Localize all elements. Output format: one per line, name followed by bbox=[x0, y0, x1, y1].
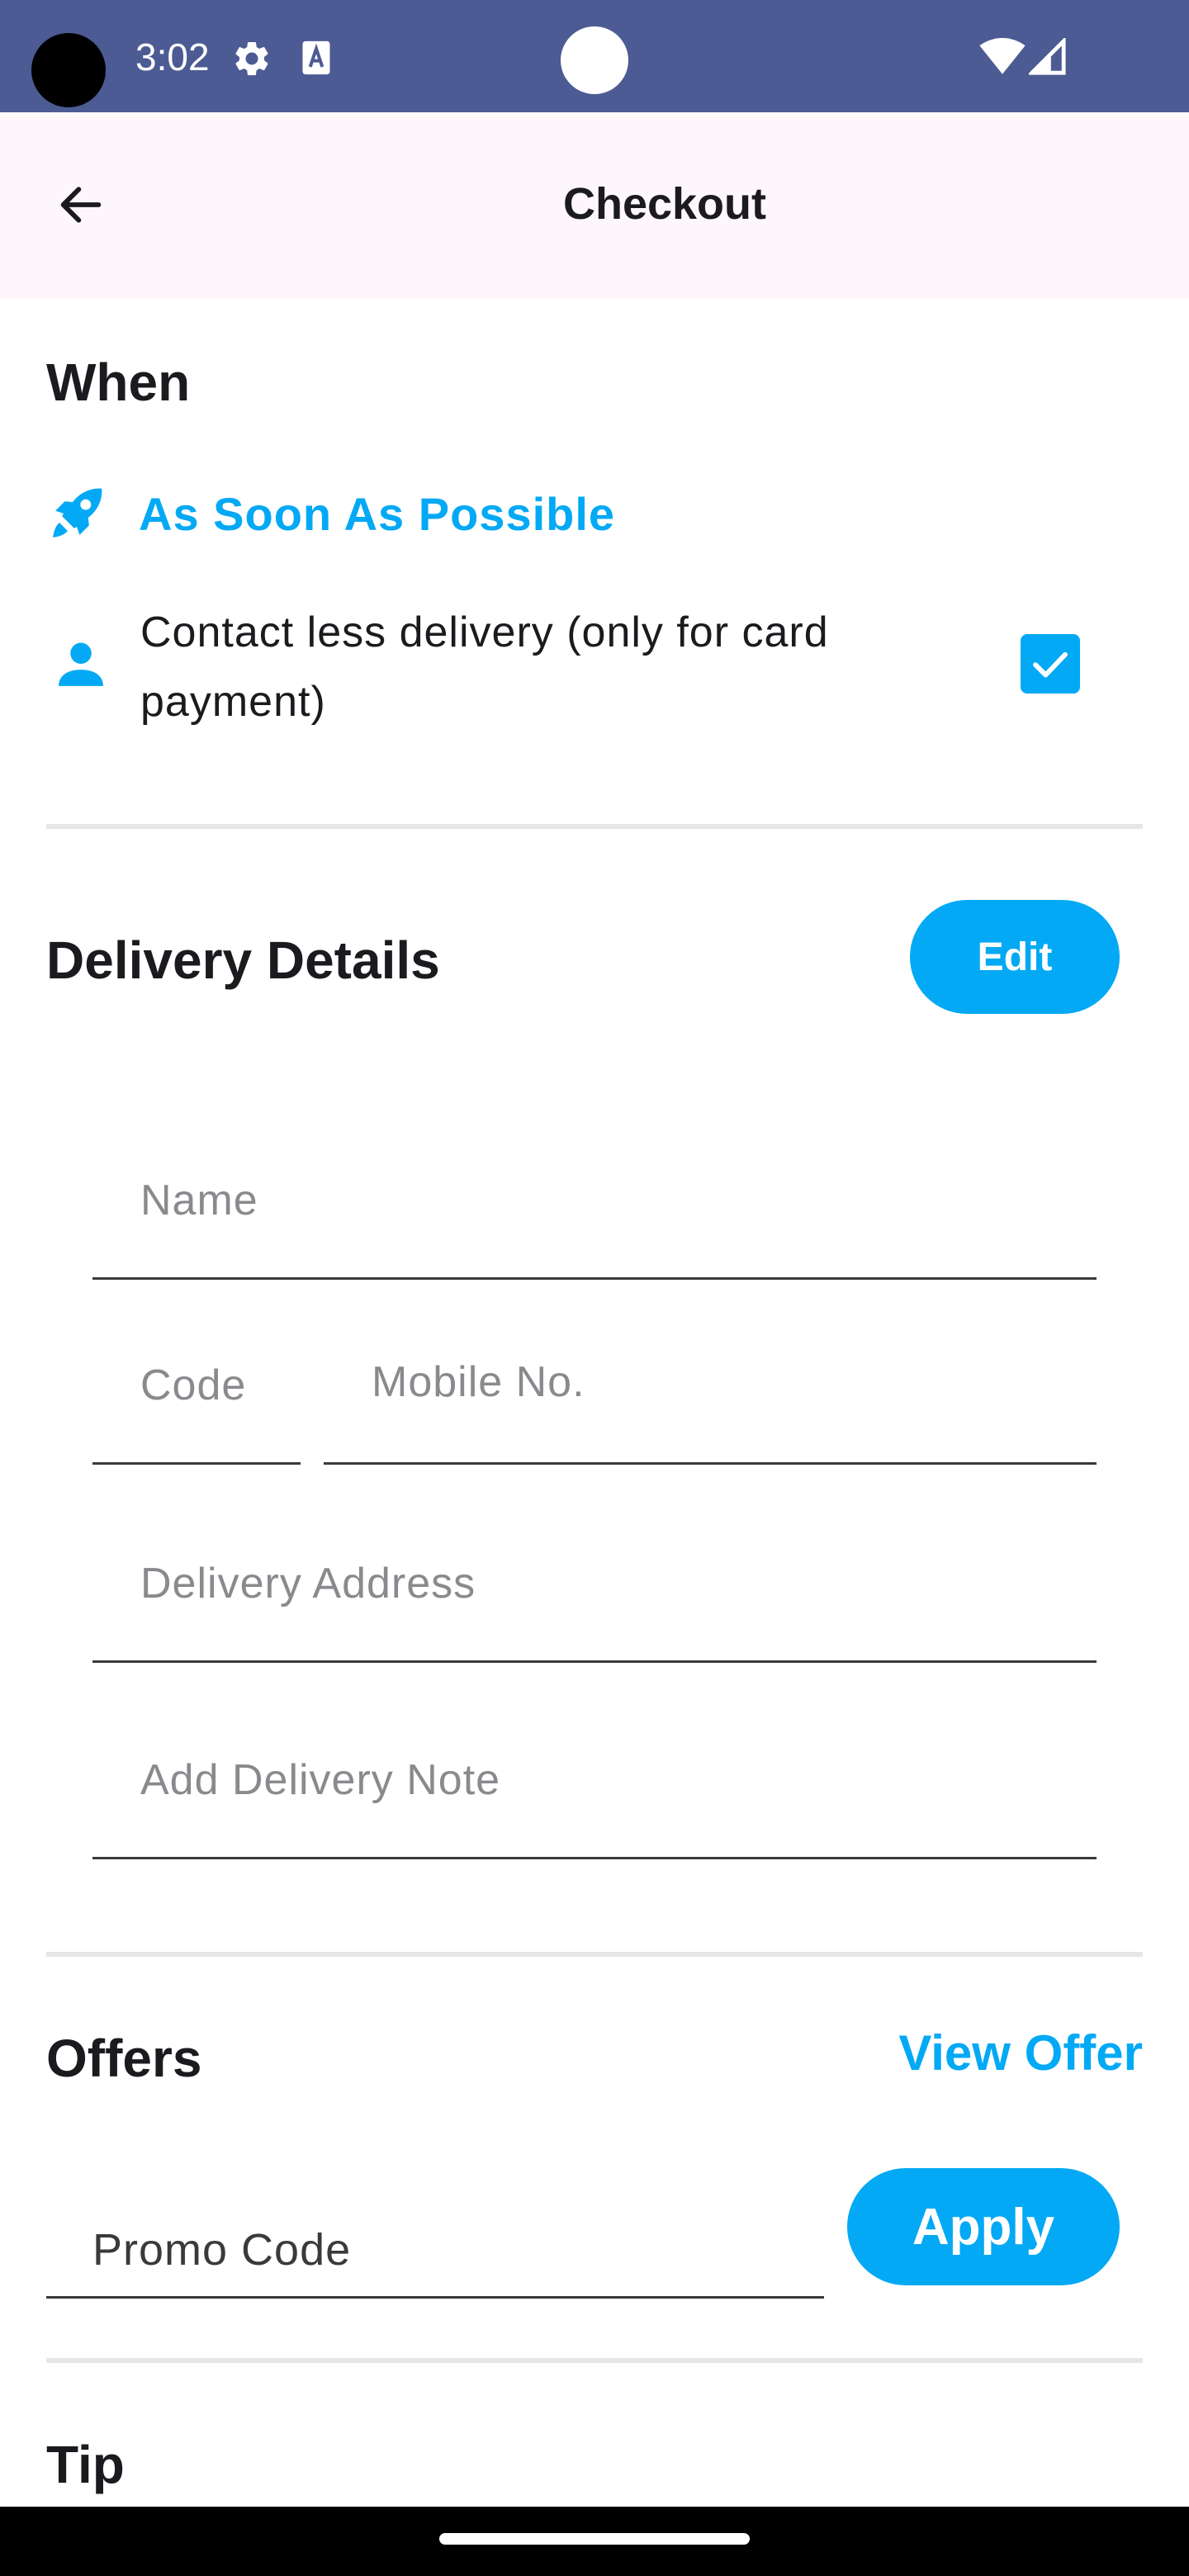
wifi-icon bbox=[979, 38, 1026, 74]
signal-icon bbox=[1029, 38, 1066, 75]
delivery-note-field[interactable]: Add Delivery Note bbox=[92, 1735, 1097, 1859]
apply-button[interactable]: Apply bbox=[847, 2168, 1120, 2285]
front-sensor bbox=[561, 26, 628, 94]
status-bar: 3:02 bbox=[0, 0, 1189, 112]
address-placeholder: Delivery Address bbox=[140, 1560, 476, 1608]
check-icon bbox=[1033, 651, 1068, 678]
status-time: 3:02 bbox=[135, 36, 210, 78]
asap-option[interactable]: As Soon As Possible bbox=[46, 481, 615, 547]
camera-cutout bbox=[31, 33, 106, 107]
system-nav-bar bbox=[0, 2507, 1189, 2576]
code-placeholder: Code bbox=[140, 1361, 247, 1409]
divider bbox=[46, 2358, 1143, 2363]
page-title: Checkout bbox=[562, 179, 767, 229]
note-placeholder: Add Delivery Note bbox=[140, 1756, 501, 1804]
rocket-icon bbox=[53, 488, 102, 537]
country-code-field[interactable]: Code bbox=[92, 1338, 301, 1465]
edit-button[interactable]: Edit bbox=[910, 900, 1120, 1014]
gear-icon bbox=[235, 41, 268, 76]
home-indicator[interactable] bbox=[439, 2533, 750, 2545]
view-offer-link[interactable]: View Offer bbox=[875, 2024, 1143, 2081]
delivery-address-field[interactable]: Delivery Address bbox=[92, 1539, 1097, 1663]
contactless-checkbox[interactable] bbox=[1021, 634, 1080, 694]
mobile-field[interactable]: Mobile No. bbox=[324, 1338, 1097, 1465]
section-title-delivery: Delivery Details bbox=[46, 930, 440, 990]
section-title-when: When bbox=[46, 353, 191, 412]
section-title-offers: Offers bbox=[46, 2029, 202, 2088]
name-placeholder: Name bbox=[140, 1177, 258, 1224]
name-field[interactable]: Name bbox=[92, 1156, 1097, 1280]
person-icon bbox=[59, 642, 103, 686]
promo-code-field[interactable]: Promo Code bbox=[46, 2180, 824, 2299]
mobile-placeholder: Mobile No. bbox=[372, 1358, 585, 1406]
asap-label: As Soon As Possible bbox=[139, 487, 616, 540]
divider bbox=[46, 824, 1143, 829]
divider bbox=[46, 1952, 1143, 1957]
app-bar: Checkout bbox=[0, 112, 1189, 299]
section-title-tip: Tip bbox=[46, 2435, 125, 2494]
text-a-icon bbox=[302, 40, 330, 75]
promo-placeholder: Promo Code bbox=[92, 2225, 352, 2275]
contactless-label: Contact less delivery (only for card pay… bbox=[140, 608, 829, 726]
